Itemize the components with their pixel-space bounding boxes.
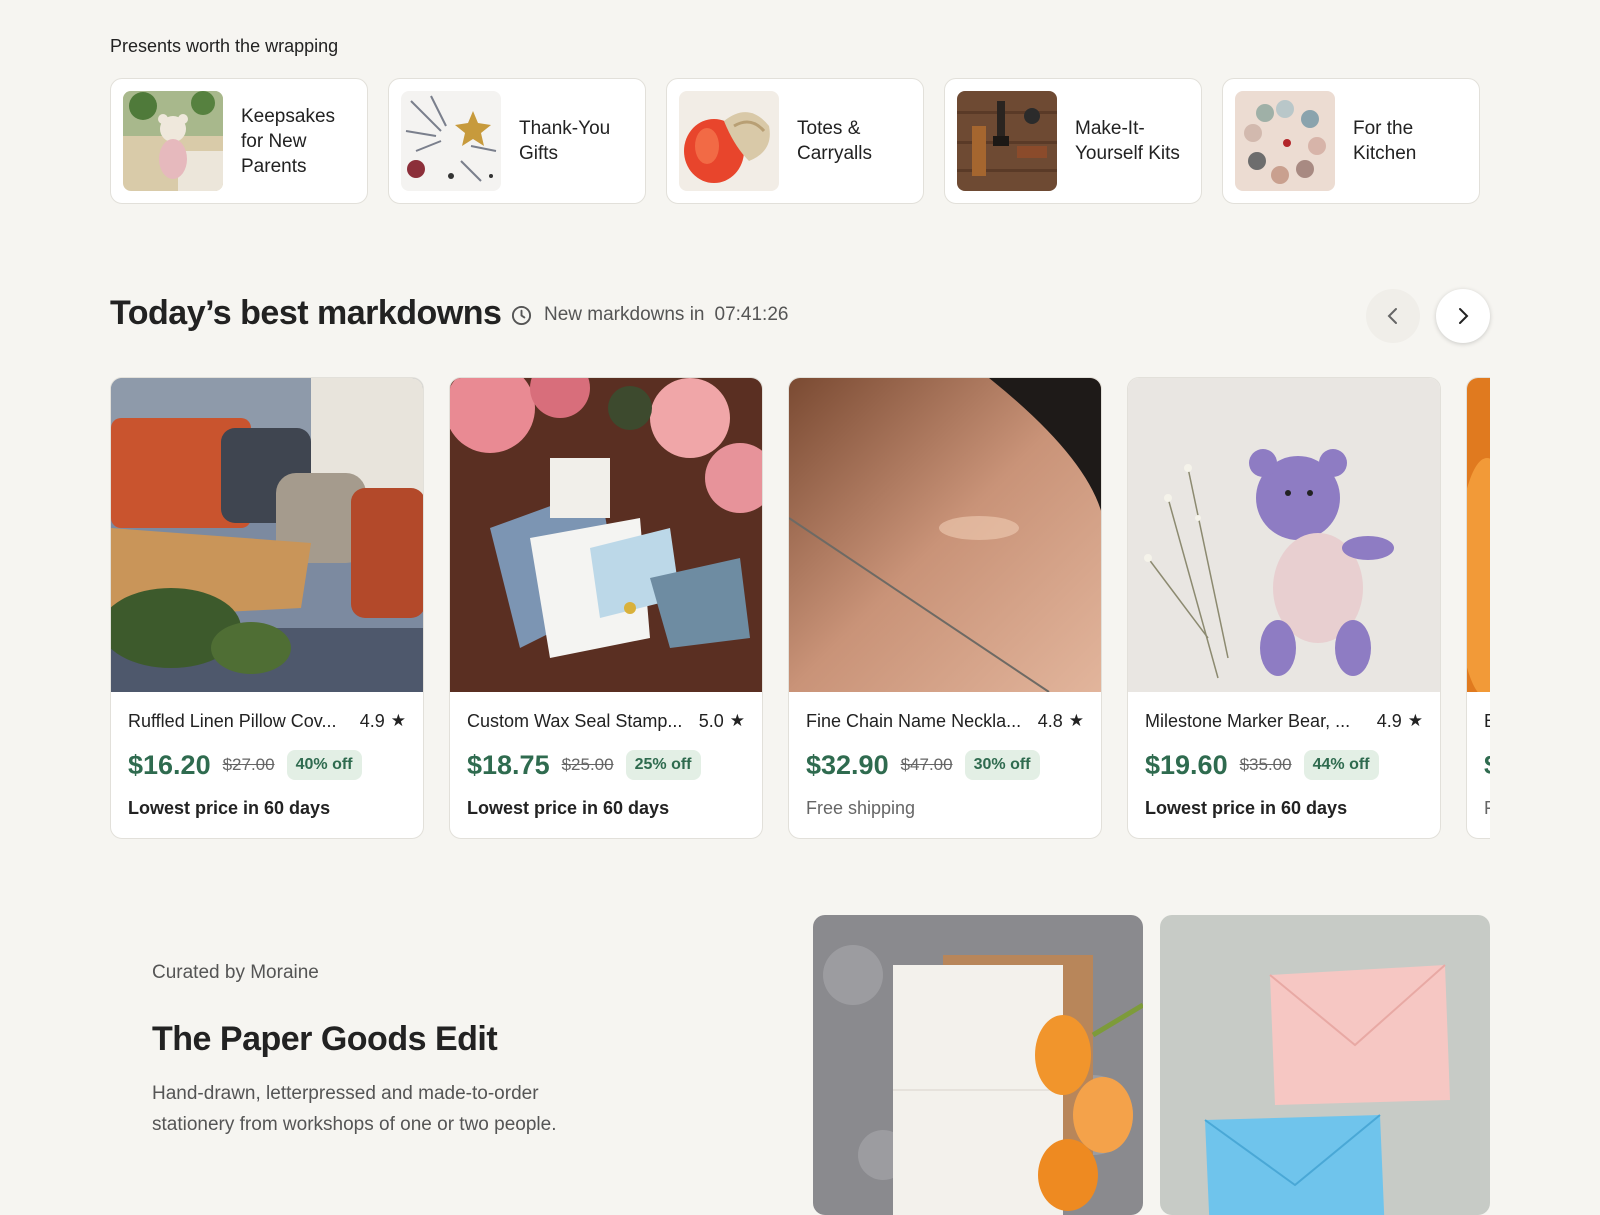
gift-thumbnail [401, 91, 501, 191]
gift-thumbnail [123, 91, 223, 191]
edit-title: The Paper Goods Edit [152, 1020, 498, 1058]
product-rating: 4.9 [359, 710, 385, 731]
edit-description: Hand-drawn, letterpressed and made-to-or… [152, 1083, 557, 1135]
product-name: Custom Wax Seal Stamp... [467, 710, 683, 731]
carousel-prev-button[interactable] [1366, 289, 1420, 343]
section-title: Today’s best markdowns [110, 294, 502, 332]
product-note: Lowest price in 60 days [1145, 798, 1348, 818]
gift-category-keepsakes[interactable]: Keepsakes for New Parents [110, 78, 368, 204]
product-original-price: $35.00 [1239, 755, 1292, 774]
gift-thumbnail [679, 91, 779, 191]
product-card[interactable]: B $ F [1466, 377, 1490, 839]
discount-badge: 25% off [625, 750, 701, 780]
gifts-heading: Presents worth the wrapping [110, 36, 339, 56]
product-original-price: $25.00 [561, 755, 614, 774]
countdown: New markdowns in 07:41:26 [511, 304, 788, 326]
curated-by: Curated by Moraine [152, 962, 319, 983]
chevron-left-icon [1387, 308, 1397, 324]
carousel-next-button[interactable] [1436, 289, 1490, 343]
discount-badge: 40% off [286, 750, 362, 780]
countdown-timer: 07:41:26 [714, 304, 789, 325]
product-note: Free shipping [806, 798, 916, 818]
product-name: Fine Chain Name Neckla... [806, 710, 1022, 731]
gift-category-label: For the Kitchen [1353, 118, 1417, 164]
product-price: $16.20 [128, 749, 211, 780]
gift-category-totes[interactable]: Totes & Carryalls [666, 78, 924, 204]
gift-category-label: Keepsakes for New Parents [241, 105, 336, 177]
countdown-label: New markdowns in [544, 304, 705, 325]
product-original-price: $27.00 [222, 755, 275, 774]
product-image [111, 378, 423, 692]
product-card[interactable]: Ruffled Linen Pillow Cov... 4.9 ★ $16.20… [110, 377, 424, 839]
product-name: Milestone Marker Bear, ... [1145, 710, 1351, 731]
product-card[interactable]: Fine Chain Name Neckla... 4.8 ★ $32.90 $… [788, 377, 1102, 839]
star-icon: ★ [1407, 711, 1423, 730]
star-icon: ★ [390, 711, 406, 730]
chevron-right-icon [1459, 308, 1469, 324]
product-note: Lowest price in 60 days [128, 798, 331, 818]
product-image [789, 378, 1101, 692]
product-image [1128, 378, 1440, 692]
gift-category-label: Thank-You Gifts [519, 118, 611, 164]
gift-category-row: Keepsakes for New Parents Thank-You Gift… [110, 78, 1490, 204]
gift-thumbnail [1235, 91, 1335, 191]
edit-image-card[interactable] [1160, 915, 1490, 1215]
product-card[interactable]: Milestone Marker Bear, ... 4.9 ★ $19.60 … [1127, 377, 1441, 839]
star-icon: ★ [729, 711, 745, 730]
gift-category-label: Totes & Carryalls [797, 118, 872, 164]
product-card[interactable]: Custom Wax Seal Stamp... 5.0 ★ $18.75 $2… [449, 377, 763, 839]
discount-badge: 44% off [1303, 750, 1379, 780]
product-image [1467, 378, 1490, 692]
product-note: F [1484, 798, 1490, 819]
edit-image-card[interactable] [813, 915, 1143, 1215]
product-note: Lowest price in 60 days [467, 798, 670, 818]
clock-icon [511, 305, 532, 325]
product-name: Ruffled Linen Pillow Cov... [128, 710, 337, 731]
product-price: $19.60 [1145, 749, 1228, 780]
gift-category-kits[interactable]: Make-It-Yourself Kits [944, 78, 1202, 204]
product-original-price: $47.00 [900, 755, 953, 774]
gift-category-kitchen[interactable]: For the Kitchen [1222, 78, 1480, 204]
product-name: B [1484, 711, 1490, 732]
product-price: $18.75 [467, 749, 550, 780]
gift-category-thank-you[interactable]: Thank-You Gifts [388, 78, 646, 204]
product-carousel: Ruffled Linen Pillow Cov... 4.9 ★ $16.20… [110, 377, 1490, 841]
gift-thumbnail [957, 91, 1057, 191]
star-icon: ★ [1068, 711, 1084, 730]
product-price: $32.90 [806, 749, 889, 780]
product-rating: 5.0 [698, 710, 724, 731]
product-image [450, 378, 762, 692]
product-price: $ [1484, 750, 1490, 781]
product-rating: 4.8 [1037, 710, 1063, 731]
gift-category-label: Make-It-Yourself Kits [1075, 118, 1180, 164]
discount-badge: 30% off [964, 750, 1040, 780]
product-rating: 4.9 [1376, 710, 1402, 731]
